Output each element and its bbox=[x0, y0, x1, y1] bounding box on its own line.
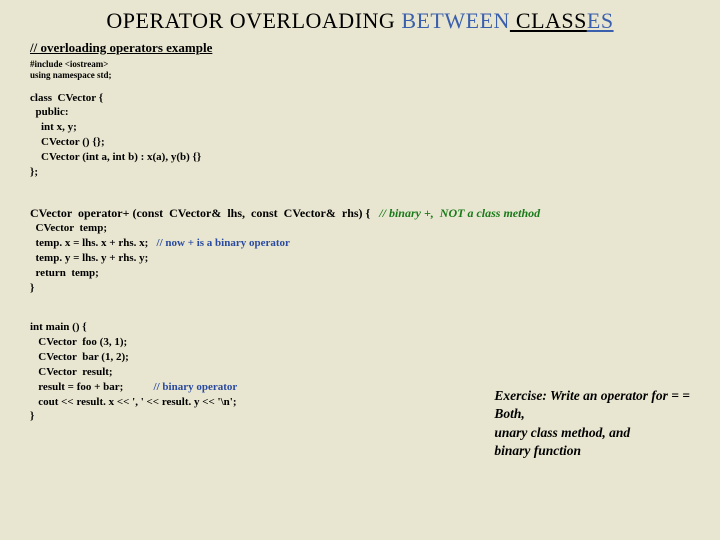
op-line-2: CVector temp; bbox=[30, 222, 107, 234]
exercise-note: Exercise: Write an operator for = = Both… bbox=[494, 387, 690, 460]
main-l3: CVector bar (1, 2); bbox=[30, 351, 129, 363]
main-l7: } bbox=[30, 410, 34, 422]
op-line-6: } bbox=[30, 282, 34, 294]
include-line: #include <iostream> bbox=[30, 59, 720, 70]
title-part-3: CLASS bbox=[510, 8, 587, 33]
main-l5a: result = foo + bar; bbox=[30, 381, 123, 393]
main-l5-comment: // binary operator bbox=[123, 381, 237, 393]
op-line-5: return temp; bbox=[30, 267, 99, 279]
op-sig-comment: // binary +, NOT a class method bbox=[370, 206, 540, 220]
exercise-l2: Both, bbox=[494, 405, 690, 423]
slide-title: OPERATOR OVERLOADING BETWEEN CLASSES bbox=[0, 0, 720, 40]
main-l1: int main () { bbox=[30, 321, 87, 333]
main-l4: CVector result; bbox=[30, 366, 113, 378]
op-line-3-comment: // now + is a binary operator bbox=[148, 237, 290, 249]
op-line-3a: temp. x = lhs. x + rhs. x; bbox=[30, 237, 148, 249]
includes-block: #include <iostream> using namespace std; bbox=[0, 59, 720, 81]
title-part-4: ES bbox=[587, 8, 614, 33]
using-line: using namespace std; bbox=[30, 70, 720, 81]
example-comment: // overloading operators example bbox=[0, 40, 720, 56]
op-signature: CVector operator+ (const CVector& lhs, c… bbox=[30, 206, 370, 220]
class-definition: class CVector { public: int x, y; CVecto… bbox=[0, 91, 720, 180]
exercise-l3: unary class method, and bbox=[494, 424, 690, 442]
exercise-l1: Exercise: Write an operator for = = bbox=[494, 387, 690, 405]
main-l2: CVector foo (3, 1); bbox=[30, 336, 127, 348]
title-part-2: BETWEEN bbox=[401, 8, 510, 33]
main-l6: cout << result. x << ', ' << result. y <… bbox=[30, 396, 237, 408]
exercise-l4: binary function bbox=[494, 442, 690, 460]
op-line-4: temp. y = lhs. y + rhs. y; bbox=[30, 252, 148, 264]
operator-function: CVector operator+ (const CVector& lhs, c… bbox=[0, 190, 720, 296]
title-part-1: OPERATOR OVERLOADING bbox=[106, 8, 401, 33]
